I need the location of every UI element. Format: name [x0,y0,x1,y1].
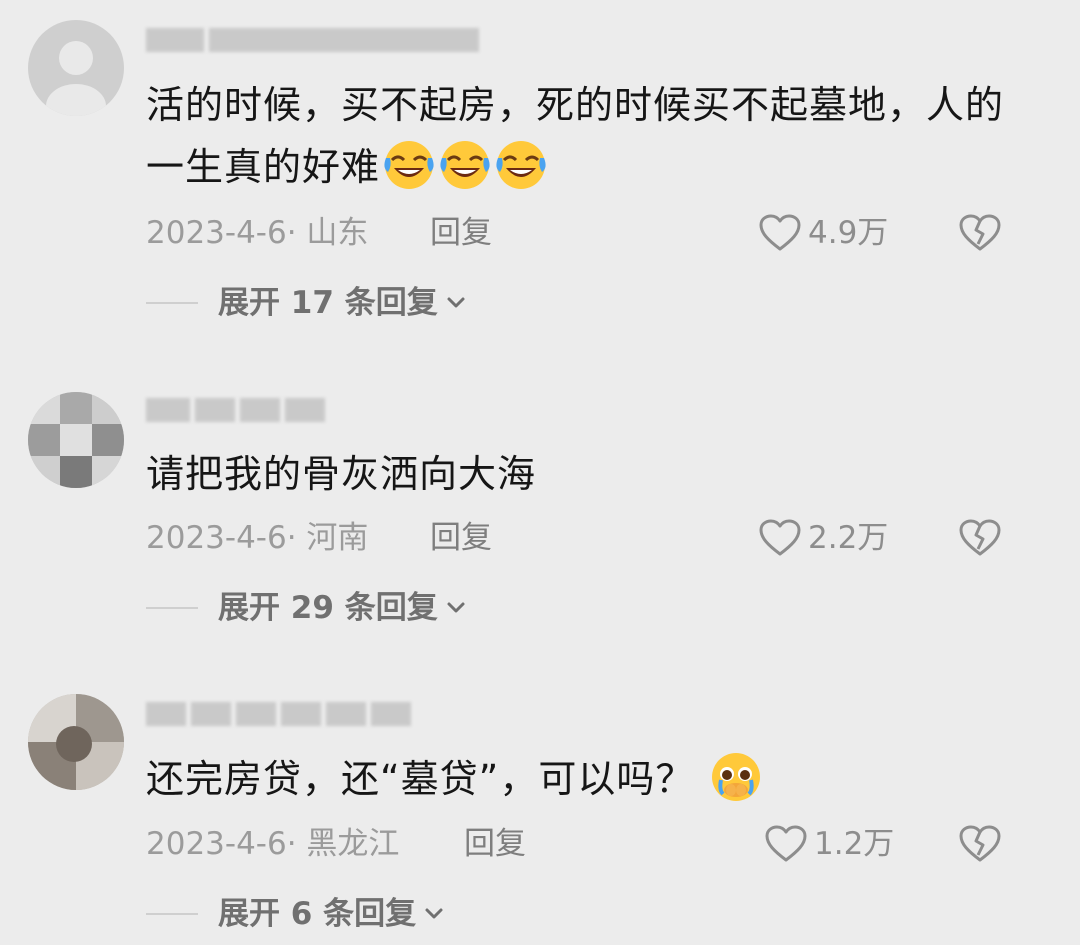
comment-text-segment: 还完房贷，还“墓贷”，可以吗？ [146,757,695,801]
comment-date-location: 2023-4-6· 黑龙江 [146,826,400,862]
comment-item: 还完房贷，还“墓贷”，可以吗？ 2023-4-6· 黑龙江 回复 1.2万 展开… [0,0,1080,945]
chevron-down-icon [425,908,443,919]
avatar[interactable] [28,694,124,790]
username-blurred[interactable] [146,698,411,730]
reply-button[interactable]: 回复 [464,824,526,864]
expand-replies-label: 展开 6 条回复 [218,896,417,932]
divider-line [146,913,198,915]
comment-text: 还完房贷，还“墓贷”，可以吗？ [146,748,1026,810]
expand-replies-button[interactable]: 展开 6 条回复 [146,894,444,934]
pleading-crying-emoji-icon [712,753,761,801]
like-count: 1.2万 [814,826,895,862]
broken-heart-icon[interactable] [958,824,1002,864]
heart-outline-icon [765,825,807,862]
like-button[interactable]: 1.2万 [764,824,894,864]
